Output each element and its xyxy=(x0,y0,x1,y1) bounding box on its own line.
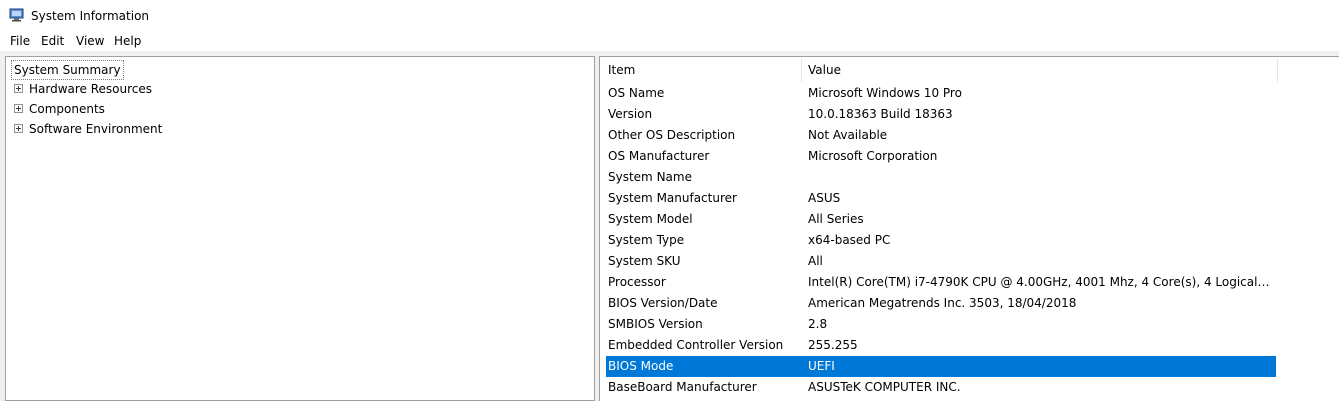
row-item-name: Other OS Description xyxy=(608,128,736,142)
row-item-name: BaseBoard Manufacturer xyxy=(608,380,757,394)
row-item-value: All Series xyxy=(808,212,864,226)
menu-bar: File Edit View Help xyxy=(0,31,1339,51)
list-row[interactable]: Processor Intel(R) Core(TM) i7-4790K CPU … xyxy=(606,272,1276,293)
row-item-name: Version xyxy=(608,107,653,121)
list-row[interactable]: OS Manufacturer Microsoft Corporation xyxy=(606,146,1276,167)
tree-item-components[interactable]: Components xyxy=(14,100,105,118)
column-divider[interactable] xyxy=(1277,59,1278,82)
row-item-value: 10.0.18363 Build 18363 xyxy=(808,107,953,121)
list-header: Item Value xyxy=(600,57,1339,84)
list-row[interactable]: BaseBoard Manufacturer ASUSTeK COMPUTER I… xyxy=(606,377,1276,398)
menu-edit[interactable]: Edit xyxy=(40,34,65,48)
expand-plus-icon[interactable] xyxy=(14,124,23,133)
list-rows: OS Name Microsoft Windows 10 Pro Version 10… xyxy=(606,83,1276,398)
tree-item-software-environment[interactable]: Software Environment xyxy=(14,120,162,138)
list-row[interactable]: System Name xyxy=(606,167,1276,188)
tree-item-label: Hardware Resources xyxy=(29,82,153,96)
menu-view[interactable]: View xyxy=(75,34,105,48)
row-item-name: System Name xyxy=(608,170,692,184)
row-item-name: BIOS Version/Date xyxy=(608,296,718,310)
row-item-value: Microsoft Corporation xyxy=(808,149,938,163)
list-row[interactable]: Embedded Controller Version 255.255 xyxy=(606,335,1276,356)
menu-help[interactable]: Help xyxy=(113,34,142,48)
list-row[interactable]: SMBIOS Version 2.8 xyxy=(606,314,1276,335)
list-row[interactable]: System Manufacturer ASUS xyxy=(606,188,1276,209)
row-item-value: All xyxy=(808,254,823,268)
row-item-value: American Megatrends Inc. 3503, 18/04/201… xyxy=(808,296,1077,310)
system-information-icon xyxy=(9,8,24,22)
tree-item-label: Components xyxy=(29,102,105,116)
row-item-value: x64-based PC xyxy=(808,233,891,247)
row-item-name: OS Manufacturer xyxy=(608,149,710,163)
list-row[interactable]: System Type x64-based PC xyxy=(606,230,1276,251)
category-tree[interactable]: System Summary Hardware Resources Compon… xyxy=(5,56,595,401)
menu-file[interactable]: File xyxy=(9,34,31,48)
row-item-value: 2.8 xyxy=(808,317,828,331)
expand-plus-icon[interactable] xyxy=(14,104,23,113)
details-list[interactable]: Item Value OS Name Microsoft Windows 10 P… xyxy=(599,56,1339,401)
window-title: System Information xyxy=(31,9,150,23)
row-item-name: SMBIOS Version xyxy=(608,317,703,331)
row-item-value: UEFI xyxy=(808,359,835,373)
row-item-value: 255.255 xyxy=(808,338,858,352)
row-item-name: System Type xyxy=(608,233,685,247)
list-row[interactable]: BIOS Mode UEFI xyxy=(606,356,1276,377)
tree-item-system-summary[interactable]: System Summary xyxy=(11,60,124,80)
row-item-name: Embedded Controller Version xyxy=(608,338,784,352)
column-divider[interactable] xyxy=(801,59,802,82)
row-item-name: Processor xyxy=(608,275,666,289)
list-row[interactable]: Version 10.0.18363 Build 18363 xyxy=(606,104,1276,125)
row-item-value: ASUSTeK COMPUTER INC. xyxy=(808,380,961,394)
list-row[interactable]: BIOS Version/Date American Megatrends Inc… xyxy=(606,293,1276,314)
row-item-name: System SKU xyxy=(608,254,681,268)
list-row[interactable]: Other OS Description Not Available xyxy=(606,125,1276,146)
row-item-name: System Manufacturer xyxy=(608,191,737,205)
row-item-name: System Model xyxy=(608,212,693,226)
column-header-value[interactable]: Value xyxy=(808,57,841,84)
tree-item-hardware-resources[interactable]: Hardware Resources xyxy=(14,80,152,98)
tree-item-label: Software Environment xyxy=(29,122,163,136)
row-item-value: ASUS xyxy=(808,191,841,205)
list-row[interactable]: System Model All Series xyxy=(606,209,1276,230)
expand-plus-icon[interactable] xyxy=(14,84,23,93)
row-item-value: Intel(R) Core(TM) i7-4790K CPU @ 4.00GHz… xyxy=(808,275,1273,289)
list-row[interactable]: OS Name Microsoft Windows 10 Pro xyxy=(606,83,1276,104)
title-bar: System Information xyxy=(0,0,1339,31)
row-item-value: Microsoft Windows 10 Pro xyxy=(808,86,962,100)
row-item-value: Not Available xyxy=(808,128,888,142)
column-header-item[interactable]: Item xyxy=(608,57,635,84)
row-item-name: BIOS Mode xyxy=(608,359,674,373)
row-item-name: OS Name xyxy=(608,86,665,100)
list-row[interactable]: System SKU All xyxy=(606,251,1276,272)
